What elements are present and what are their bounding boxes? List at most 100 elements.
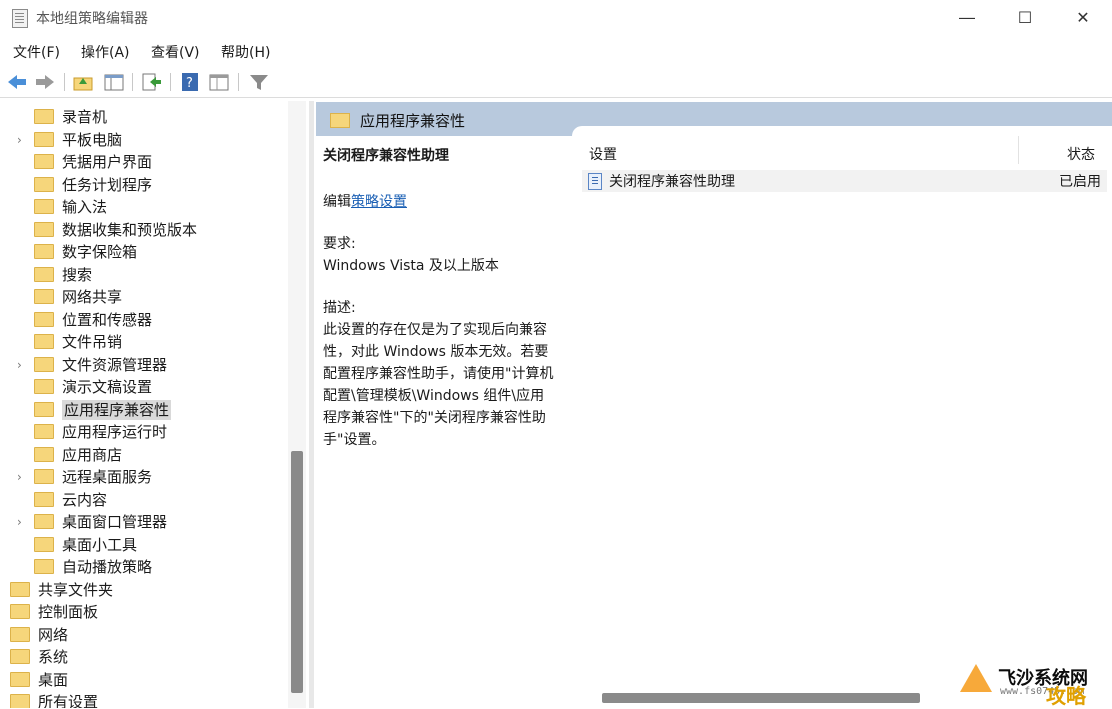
description-line: 程序兼容性"下的"关闭程序兼容性助 bbox=[323, 410, 546, 426]
maximize-button[interactable]: ☐ bbox=[1002, 0, 1048, 36]
tree-item-label: 桌面窗口管理器 bbox=[62, 513, 168, 531]
tree-item[interactable]: 网络共享 bbox=[34, 286, 122, 308]
forward-arrow-icon[interactable] bbox=[34, 72, 56, 92]
export-list-icon[interactable] bbox=[140, 72, 162, 92]
requirements-value: Windows Vista 及以上版本 bbox=[323, 258, 499, 274]
tree-item-label: 搜索 bbox=[62, 265, 93, 284]
column-header-setting[interactable]: 设置 bbox=[589, 144, 617, 164]
description-line: 配置程序兼容性助手，请使用"计算机 bbox=[323, 366, 554, 382]
folder-icon bbox=[34, 401, 54, 417]
horizontal-scrollbar-thumb[interactable] bbox=[602, 693, 920, 703]
folder-icon bbox=[34, 154, 54, 169]
folder-icon bbox=[10, 626, 30, 642]
description-line: 手"设置。 bbox=[323, 432, 386, 448]
folder-icon bbox=[10, 649, 30, 664]
tree-item[interactable]: 应用程序兼容性 bbox=[34, 399, 172, 421]
tree-item-label: 位置和传感器 bbox=[62, 310, 153, 329]
tree-item[interactable]: 网络 bbox=[10, 624, 68, 646]
properties-icon[interactable] bbox=[208, 72, 230, 92]
back-arrow-icon[interactable] bbox=[6, 72, 28, 92]
tree-item[interactable]: 输入法 bbox=[34, 196, 107, 218]
description-label: 描述: bbox=[323, 300, 356, 316]
tree-item[interactable]: 应用商店 bbox=[34, 444, 122, 466]
right-pane-title: 应用程序兼容性 bbox=[360, 112, 466, 130]
policy-title: 关闭程序兼容性助理 bbox=[323, 148, 449, 164]
tree-item-label: 文件资源管理器 bbox=[62, 355, 168, 374]
tree-item[interactable]: 所有设置 bbox=[10, 691, 98, 708]
folder-icon bbox=[10, 604, 30, 619]
tree-item-label: 应用商店 bbox=[62, 445, 123, 464]
folder-icon bbox=[34, 514, 54, 529]
tree-item-label: 数据收集和预览版本 bbox=[62, 220, 198, 239]
tree-item[interactable]: 录音机 bbox=[34, 106, 107, 128]
setting-name: 关闭程序兼容性助理 bbox=[609, 174, 735, 190]
policy-settings-link[interactable]: 策略设置 bbox=[351, 194, 407, 210]
help-icon[interactable]: ? bbox=[179, 72, 201, 92]
tree-item[interactable]: 桌面 bbox=[10, 669, 68, 691]
tree-item[interactable]: 云内容 bbox=[34, 489, 107, 511]
settings-list-pane: 设置 状态 关闭程序兼容性助理 已启用 bbox=[572, 126, 1112, 708]
toolbar-separator bbox=[132, 73, 133, 91]
tree-item[interactable]: 系统 bbox=[10, 646, 68, 668]
tree-item[interactable]: 应用程序运行时 bbox=[34, 421, 167, 443]
table-row[interactable]: 关闭程序兼容性助理 已启用 bbox=[582, 170, 1107, 192]
watermark: 飞沙系统网 www.fs0745.com 攻略 bbox=[958, 664, 1108, 708]
column-header-state[interactable]: 状态 bbox=[1067, 144, 1095, 164]
close-button[interactable]: ✕ bbox=[1060, 0, 1106, 36]
scrollbar-thumb[interactable] bbox=[291, 451, 303, 693]
folder-icon bbox=[34, 356, 54, 372]
tree-item[interactable]: 平板电脑 bbox=[34, 129, 122, 151]
tree-item[interactable]: 共享文件夹 bbox=[10, 579, 113, 601]
folder-icon bbox=[34, 334, 54, 349]
tree-item[interactable]: 桌面小工具 bbox=[34, 534, 137, 556]
tree-item-label: 控制面板 bbox=[38, 603, 99, 621]
gpedit-app-icon bbox=[12, 9, 28, 28]
toolbar-separator bbox=[170, 73, 171, 91]
tree-item[interactable]: 演示文稿设置 bbox=[34, 376, 152, 398]
tree-expander-icon[interactable]: › bbox=[17, 470, 22, 484]
tree-expander-icon[interactable]: › bbox=[17, 133, 22, 147]
filter-icon[interactable] bbox=[248, 72, 270, 92]
tree-item-label: 凭据用户界面 bbox=[62, 153, 153, 171]
tree-item[interactable]: 远程桌面服务 bbox=[34, 466, 152, 488]
tree-item[interactable]: 位置和传感器 bbox=[34, 309, 152, 331]
tree-item[interactable]: 控制面板 bbox=[10, 601, 98, 623]
requirements-label: 要求: bbox=[323, 236, 356, 252]
column-divider[interactable] bbox=[1018, 136, 1019, 164]
tree-scrollbar[interactable] bbox=[288, 101, 306, 708]
tree-item[interactable]: 凭据用户界面 bbox=[34, 151, 152, 173]
up-folder-icon[interactable] bbox=[72, 72, 94, 92]
tree-item[interactable]: 数字保险箱 bbox=[34, 241, 137, 263]
tree-item-label: 应用程序兼容性 bbox=[62, 399, 172, 420]
pane-splitter[interactable] bbox=[309, 101, 314, 708]
toolbar-separator bbox=[238, 73, 239, 91]
folder-icon bbox=[10, 581, 30, 597]
tree-item-label: 云内容 bbox=[62, 490, 108, 509]
folder-icon bbox=[34, 289, 54, 304]
folder-icon bbox=[34, 424, 54, 439]
minimize-button[interactable]: ― bbox=[944, 0, 990, 36]
menu-help[interactable]: 帮助(H) bbox=[221, 42, 270, 62]
show-hide-tree-icon[interactable] bbox=[103, 72, 125, 92]
tree-item[interactable]: 文件资源管理器 bbox=[34, 354, 167, 376]
menu-view[interactable]: 查看(V) bbox=[151, 42, 200, 62]
tree-item[interactable]: 数据收集和预览版本 bbox=[34, 219, 197, 241]
tree-expander-icon[interactable]: › bbox=[17, 515, 22, 529]
folder-icon bbox=[34, 491, 54, 507]
tree-pane: 录音机 › 平板电脑凭据用户界面任务计划程序 输入法数据收集和预览版本数字保险箱搜索网… bbox=[0, 101, 309, 708]
description-line: 配置\管理模板\Windows 组件\应用 bbox=[323, 388, 545, 404]
tree-item-label: 演示文稿设置 bbox=[62, 378, 153, 396]
menu-file[interactable]: 文件(F) bbox=[13, 42, 60, 62]
folder-icon bbox=[34, 379, 54, 394]
window-title: 本地组策略编辑器 bbox=[36, 11, 148, 27]
tree-item[interactable]: 桌面窗口管理器 bbox=[34, 511, 167, 533]
tree-item-label: 网络 bbox=[38, 625, 69, 644]
tree-expander-icon[interactable]: › bbox=[17, 358, 22, 372]
tree-item[interactable]: 文件吊销 bbox=[34, 331, 122, 353]
menu-action[interactable]: 操作(A) bbox=[81, 42, 130, 62]
tree-item[interactable]: 搜索 bbox=[34, 264, 92, 286]
folder-icon bbox=[34, 199, 54, 214]
tree-item[interactable]: 自动播放策略 bbox=[34, 556, 152, 578]
description-pane: 关闭程序兼容性助理 编辑策略设置 要求: Windows Vista 及以上版本… bbox=[316, 136, 572, 708]
tree-item[interactable]: 任务计划程序 bbox=[34, 174, 152, 196]
